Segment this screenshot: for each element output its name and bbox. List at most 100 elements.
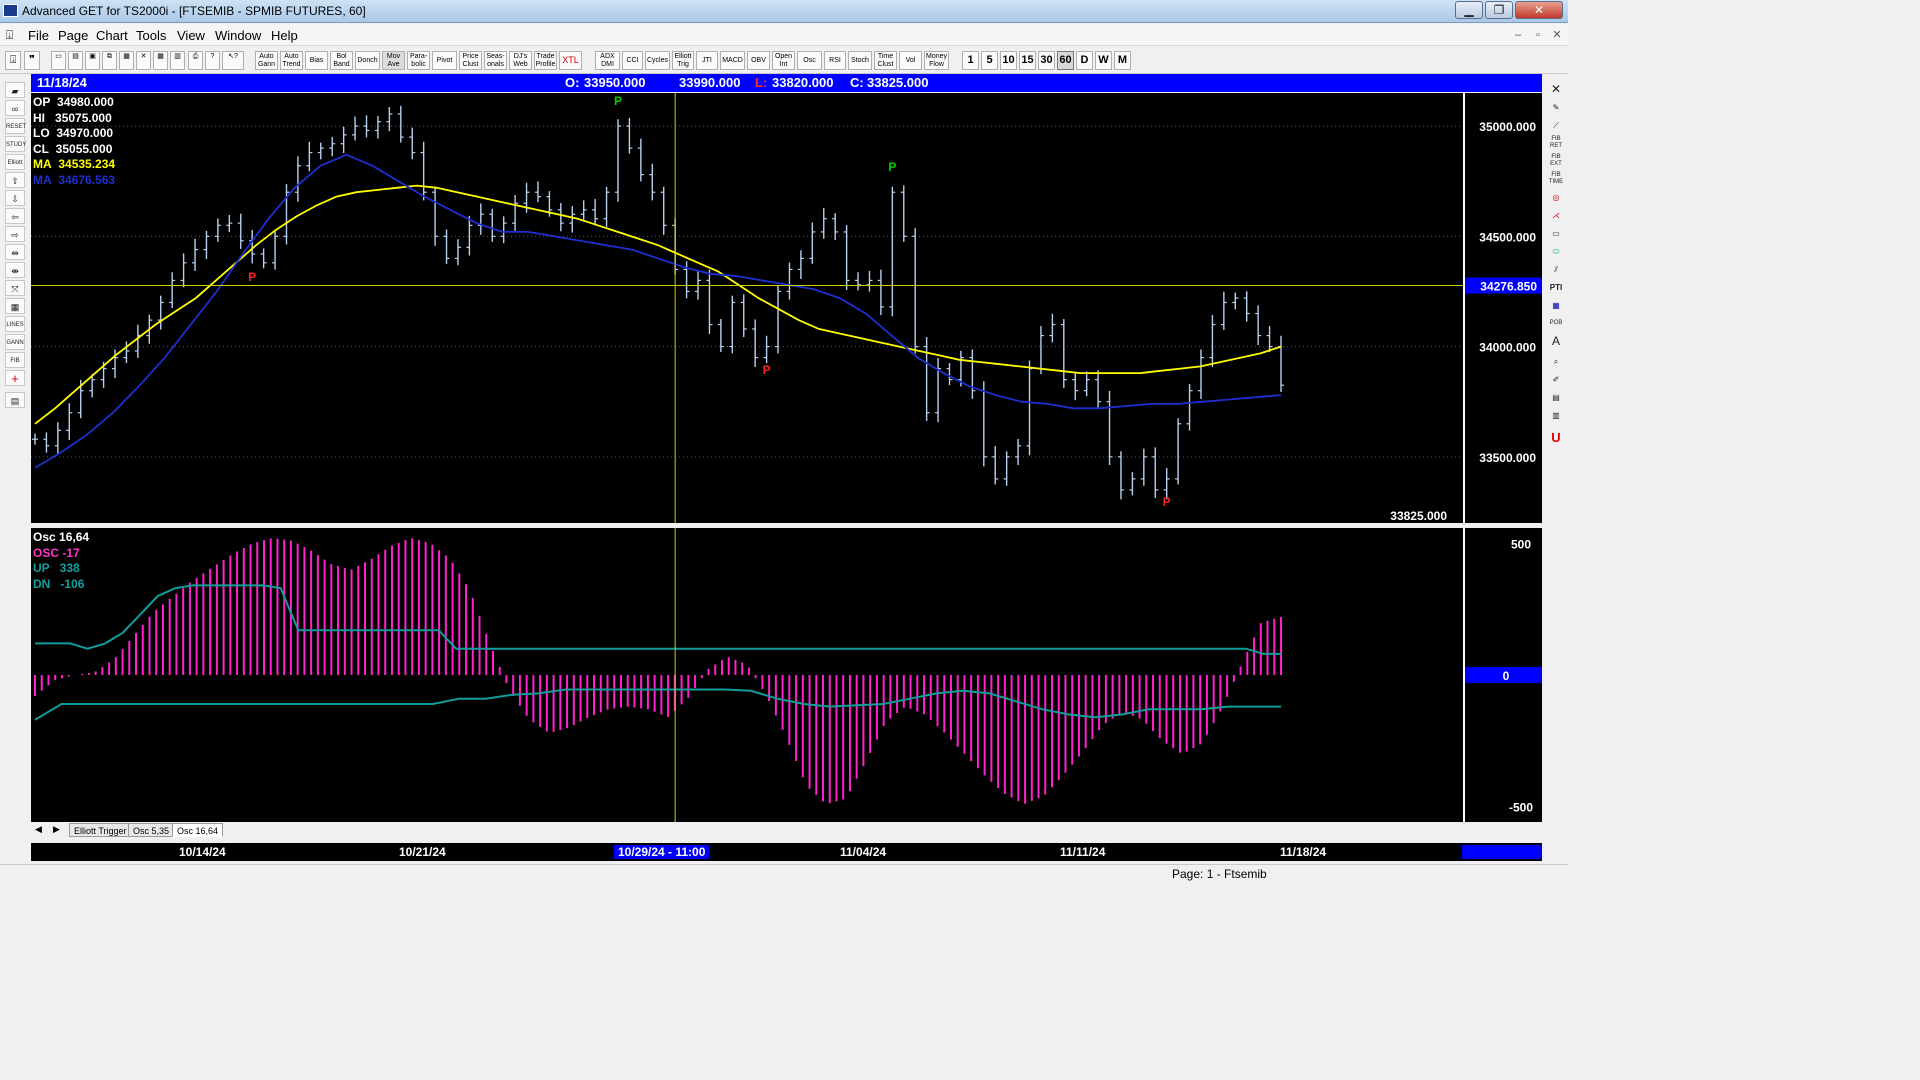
grid-icon[interactable]: ▦ xyxy=(153,51,168,70)
oscillator-chart[interactable]: 500 0 -500 xyxy=(31,528,1542,822)
tool-cycles[interactable]: Cycles xyxy=(645,51,670,70)
tab-prev-icon[interactable]: ◀ xyxy=(35,824,42,835)
notes-icon[interactable]: ▥ xyxy=(1547,408,1565,423)
zoom-out-icon[interactable]: ⤧ xyxy=(5,280,25,296)
lines-icon[interactable]: LINES xyxy=(5,316,25,332)
tab-next-icon[interactable]: ▶ xyxy=(53,824,60,835)
price-chart-panel[interactable]: 35000.000 34500.000 34000.000 33500.000 3427… xyxy=(31,93,1542,523)
whats-this-icon[interactable]: ↖? xyxy=(222,51,244,70)
tab-osc-16-64[interactable]: Osc 16,64 xyxy=(172,823,224,837)
tool-donch[interactable]: Donch xyxy=(355,51,380,70)
cursor-icon[interactable]: ⍗ xyxy=(5,51,21,70)
layout-icon[interactable]: ▥ xyxy=(170,51,185,70)
fib-ext-icon[interactable]: FIB EXT xyxy=(1547,154,1565,169)
fib-icon[interactable]: FIB xyxy=(5,352,25,368)
folder-icon[interactable]: ▰ xyxy=(5,82,25,98)
elliott-icon[interactable]: Elliott xyxy=(5,154,25,170)
marker-icon[interactable]: ✐ xyxy=(1547,372,1565,387)
tab-elliott-trigger[interactable]: Elliott Trigger xyxy=(69,823,132,837)
pob-icon[interactable]: POB xyxy=(1547,316,1565,331)
arc-icon[interactable]: ◎ xyxy=(1547,190,1565,205)
tool-cci[interactable]: CCI xyxy=(622,51,643,70)
menu-view[interactable]: View xyxy=(177,28,205,43)
gann-icon[interactable]: GANN xyxy=(5,334,25,350)
menu-tools[interactable]: Tools xyxy=(136,28,166,43)
save-icon[interactable]: ▣ xyxy=(85,51,100,70)
tool-pivot[interactable]: Pivot xyxy=(432,51,457,70)
fib-time-icon[interactable]: FIB TIME xyxy=(1547,172,1565,187)
fib-ret-icon[interactable]: FIB RET xyxy=(1547,136,1565,151)
tool-djs-web[interactable]: DJ's Web xyxy=(509,51,532,70)
tool-bol-band[interactable]: Bol Band xyxy=(330,51,353,70)
properties-icon[interactable]: ▤ xyxy=(5,392,25,408)
pencil-icon[interactable]: ✎ xyxy=(1547,100,1565,115)
interval-d[interactable]: D xyxy=(1076,51,1093,70)
magnify-icon[interactable]: ⌕ xyxy=(1547,354,1565,369)
chart-icon[interactable]: ▦ xyxy=(119,51,134,70)
interval-15[interactable]: 15 xyxy=(1019,51,1036,70)
interval-30[interactable]: 30 xyxy=(1038,51,1055,70)
calc-icon[interactable]: ▤ xyxy=(1547,390,1565,405)
tool-parabolic[interactable]: Para- bolic xyxy=(407,51,430,70)
maximize-button[interactable]: ❐ xyxy=(1485,1,1513,19)
tool-price-clust[interactable]: Price Clust xyxy=(459,51,482,70)
tool-stoch[interactable]: Stoch xyxy=(848,51,872,70)
crosshair-icon[interactable]: + xyxy=(5,370,25,386)
tool-elliott-trig[interactable]: Elliott Trig xyxy=(672,51,694,70)
arrow-right-icon[interactable]: ⇨ xyxy=(5,226,25,242)
tool-xtl[interactable]: XTL xyxy=(559,51,582,70)
tool-macd[interactable]: MACD xyxy=(720,51,745,70)
menu-file[interactable]: File xyxy=(28,28,49,43)
quote-icon[interactable]: ❞ xyxy=(24,51,40,70)
tool-bias[interactable]: Bias xyxy=(305,51,328,70)
menu-chart[interactable]: Chart xyxy=(96,28,128,43)
interval-w[interactable]: W xyxy=(1095,51,1112,70)
tool-adx-dmi[interactable]: ADX DMI xyxy=(595,51,620,70)
info-icon[interactable]: ? xyxy=(205,51,220,70)
channel-icon[interactable]: ⫽ xyxy=(1547,262,1565,277)
box-icon[interactable]: ▭ xyxy=(1547,226,1565,241)
expand-icon[interactable]: ⇼ xyxy=(5,262,25,278)
tool-rsi[interactable]: RSI xyxy=(824,51,846,70)
open-icon[interactable]: ▤ xyxy=(68,51,83,70)
oscillator-panel[interactable]: 500 0 -500 Osc 16,64 OSC -17 UP 338 DN -10… xyxy=(31,528,1542,822)
table-icon[interactable]: ▦ xyxy=(5,298,25,314)
menu-page[interactable]: Page xyxy=(58,28,88,43)
tool-vol[interactable]: Vol xyxy=(899,51,922,70)
price-chart[interactable]: 35000.000 34500.000 34000.000 33500.000 3427… xyxy=(31,93,1542,523)
binoculars-icon[interactable]: ∞ xyxy=(5,100,25,116)
pti-icon[interactable]: PTI xyxy=(1547,280,1565,295)
interval-1[interactable]: 1 xyxy=(962,51,979,70)
tool-auto-trend[interactable]: Auto Trend xyxy=(280,51,303,70)
copy-icon[interactable]: ⧉ xyxy=(102,51,117,70)
tool-time-clust[interactable]: Time Clust xyxy=(874,51,897,70)
close-chart-icon[interactable]: ✕ xyxy=(1547,82,1565,97)
document-icon[interactable]: ⍗ xyxy=(6,28,13,43)
minimize-button[interactable]: ▁ xyxy=(1455,1,1483,19)
mdi-restore-icon[interactable]: ▫ xyxy=(1530,27,1546,43)
magnet-icon[interactable]: U xyxy=(1547,430,1565,445)
study-icon[interactable]: STUDY xyxy=(5,136,26,152)
interval-60[interactable]: 60 xyxy=(1057,51,1074,70)
tool-seasonals[interactable]: Seas- onals xyxy=(484,51,507,70)
mdi-minimize-icon[interactable]: – xyxy=(1510,27,1526,43)
tool-open-int[interactable]: Open Int xyxy=(772,51,795,70)
close-button[interactable]: ✕ xyxy=(1515,1,1563,19)
arrow-left-icon[interactable]: ⇦ xyxy=(5,208,25,224)
tool-money-flow[interactable]: Money Flow xyxy=(924,51,949,70)
text-tool-icon[interactable]: A xyxy=(1547,334,1565,349)
mdi-close-icon[interactable]: ✕ xyxy=(1549,27,1565,43)
arrow-up-icon[interactable]: ⇧ xyxy=(5,172,25,188)
reset-icon[interactable]: RESET xyxy=(5,118,26,134)
arrow-down-icon[interactable]: ⇩ xyxy=(5,190,25,206)
menu-help[interactable]: Help xyxy=(271,28,298,43)
delete-icon[interactable]: ✕ xyxy=(136,51,151,70)
tool-jti[interactable]: JTI xyxy=(696,51,718,70)
ellipse-icon[interactable]: ⬭ xyxy=(1547,244,1565,259)
grid-tool-icon[interactable]: ▦ xyxy=(1547,298,1565,313)
interval-m[interactable]: M xyxy=(1114,51,1131,70)
menu-window[interactable]: Window xyxy=(215,28,261,43)
tool-mov-ave[interactable]: Mov Ave xyxy=(382,51,405,70)
tool-trade-profile[interactable]: Trade Profile xyxy=(534,51,557,70)
interval-5[interactable]: 5 xyxy=(981,51,998,70)
